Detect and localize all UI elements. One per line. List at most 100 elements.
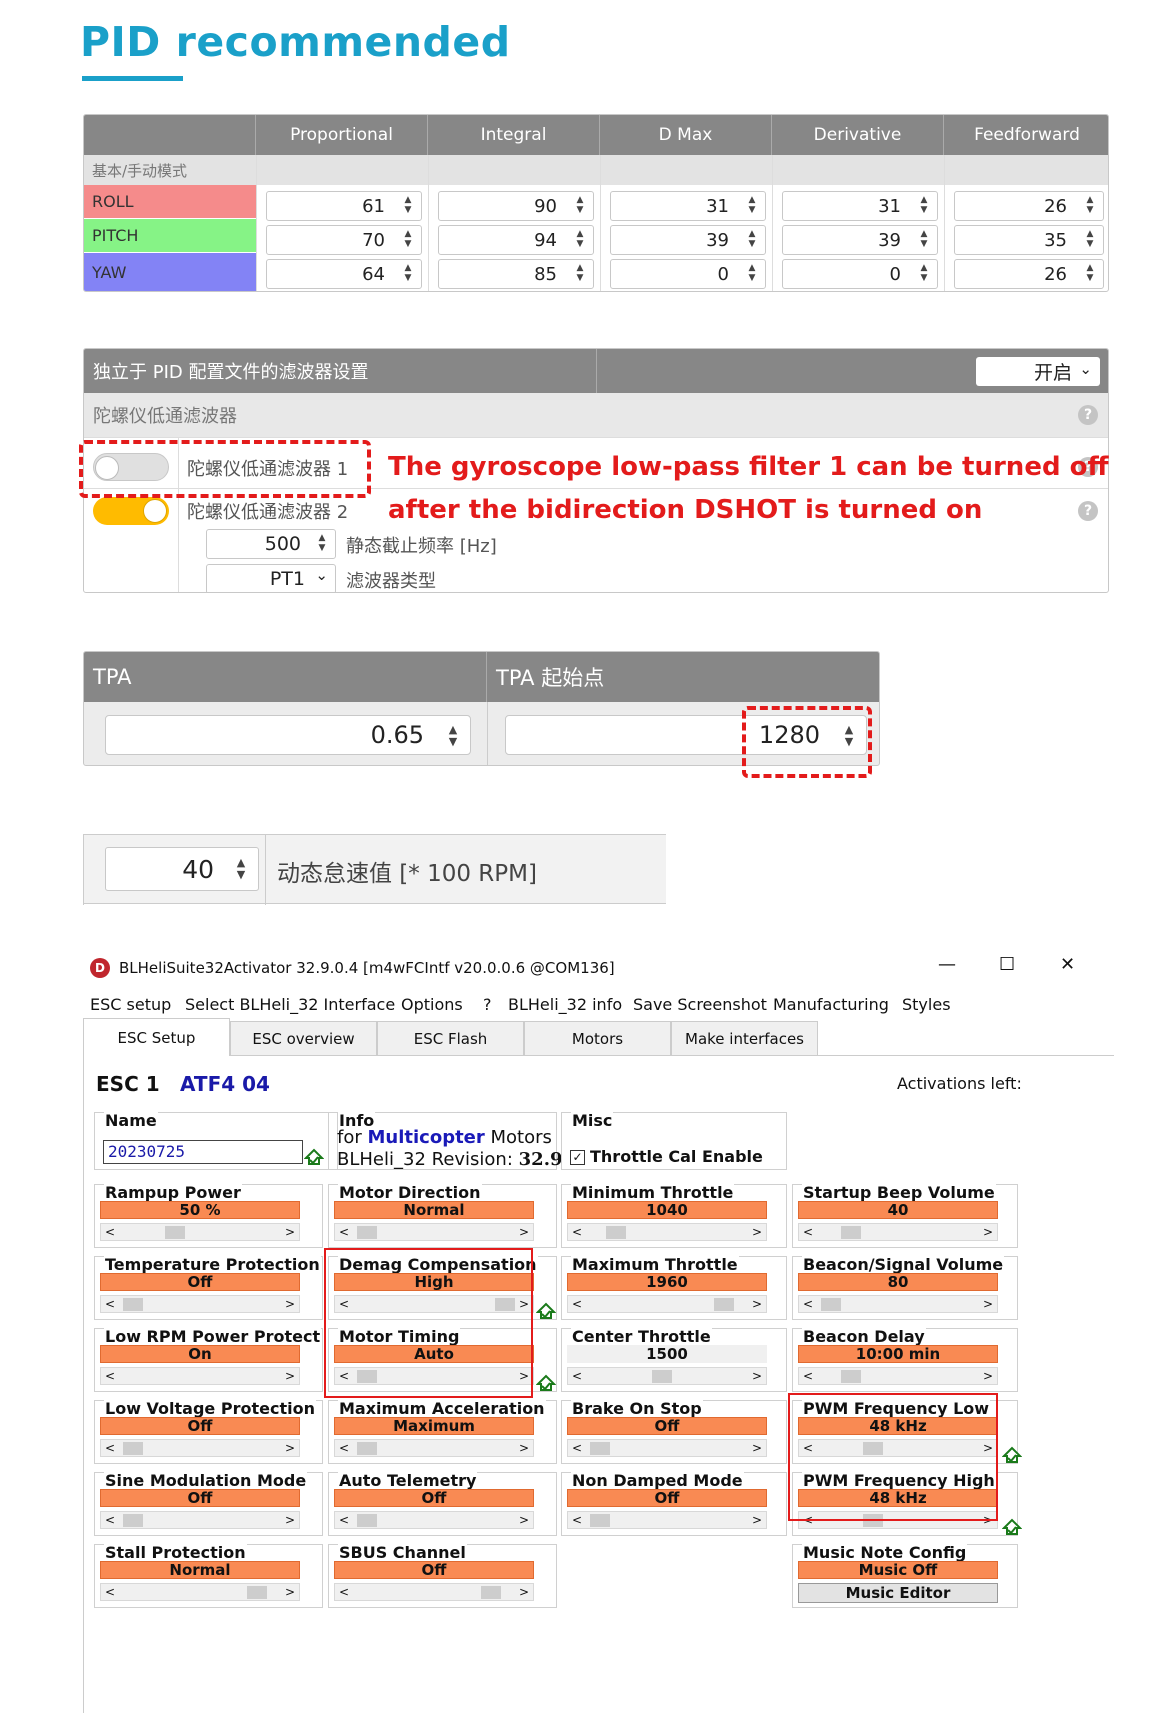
tab-esc-setup[interactable]: ESC Setup — [83, 1018, 230, 1056]
spinner-icon[interactable]: ▲ ▼ — [573, 229, 587, 251]
music-editor-button[interactable]: Music Editor — [798, 1583, 998, 1603]
help-icon[interactable]: ? — [1078, 405, 1098, 425]
tab-motors[interactable]: Motors — [524, 1021, 671, 1055]
spinner-icon[interactable]: ▲ ▼ — [573, 263, 587, 285]
chevron-down-icon: ⌄ — [315, 566, 328, 584]
spinner-icon[interactable]: ▲ ▼ — [1083, 263, 1097, 285]
tpa-input[interactable]: 0.65 ▲ ▼ — [105, 715, 471, 755]
min-throttle-value: 1040 — [567, 1201, 767, 1219]
spinner-icon[interactable]: ▲ ▼ — [917, 263, 931, 285]
pid-pitch-d-input[interactable]: 39 ▲ ▼ — [782, 225, 938, 255]
tab-make-interfaces[interactable]: Make interfaces — [671, 1021, 818, 1055]
auto-telemetry-value: Off — [334, 1489, 534, 1507]
apply-icon[interactable] — [1001, 1516, 1023, 1536]
min-throttle-slider[interactable]: < > — [567, 1223, 767, 1241]
apply-icon[interactable] — [1001, 1444, 1023, 1464]
pid-mode-label: 基本/手动模式 — [84, 155, 1108, 185]
pid-yaw-i-input[interactable]: 85 ▲ ▼ — [438, 259, 594, 289]
auto-telemetry-slider[interactable]: < > — [334, 1511, 534, 1529]
menu-options[interactable]: Options — [401, 995, 463, 1014]
pid-roll-i-input[interactable]: 90 ▲ ▼ — [438, 191, 594, 221]
esc-name-input[interactable]: 20230725 — [103, 1140, 303, 1164]
spinner-icon[interactable]: ▲ ▼ — [745, 263, 759, 285]
spinner-icon[interactable]: ▲ ▼ — [573, 195, 587, 217]
low-rpm-protect-group: Low RPM Power Protect On < > — [94, 1327, 323, 1392]
filter-enable-select[interactable]: 开启 ⌄ — [976, 357, 1100, 386]
pid-pitch-p-input[interactable]: 70 ▲ ▼ — [266, 225, 422, 255]
non-damped-mode-slider[interactable]: < > — [567, 1511, 767, 1529]
menu-save-screenshot[interactable]: Save Screenshot — [633, 995, 767, 1014]
menu-manufacturing[interactable]: Manufacturing — [773, 995, 889, 1014]
low-voltage-protection-slider[interactable]: < > — [100, 1439, 300, 1457]
spinner-icon[interactable]: ▲ ▼ — [917, 195, 931, 217]
throttle-cal-checkbox[interactable]: ✓ — [570, 1150, 585, 1165]
gyro-lpf2-toggle[interactable] — [93, 497, 169, 525]
max-acceleration-slider[interactable]: < > — [334, 1439, 534, 1457]
spinner-icon[interactable]: ▲ ▼ — [1083, 195, 1097, 217]
spinner-icon[interactable]: ▲ ▼ — [1083, 229, 1097, 251]
sbus-channel-slider[interactable]: < > — [334, 1583, 534, 1601]
rampup-power-slider[interactable]: < > — [100, 1223, 300, 1241]
menu-blheli-info[interactable]: BLHeli_32 info — [508, 995, 622, 1014]
pid-pitch-ff-input[interactable]: 35 ▲ ▼ — [954, 225, 1104, 255]
dynamic-idle-input[interactable]: 40 ▲ ▼ — [105, 847, 259, 891]
apply-icon[interactable] — [535, 1372, 557, 1392]
menu-esc-setup[interactable]: ESC setup — [90, 995, 171, 1014]
pid-roll-dmax-input[interactable]: 31 ▲ ▼ — [610, 191, 766, 221]
spinner-icon[interactable]: ▲ ▼ — [745, 229, 759, 251]
spinner-icon[interactable]: ▲ ▼ — [401, 229, 415, 251]
spinner-icon[interactable]: ▲ ▼ — [446, 724, 460, 748]
temperature-protection-slider[interactable]: < > — [100, 1295, 300, 1313]
apply-icon[interactable] — [535, 1300, 557, 1320]
brake-on-stop-slider[interactable]: < > — [567, 1439, 767, 1457]
filter-type-select[interactable]: PT1 ⌄ — [206, 564, 336, 592]
pid-yaw-dmax-input[interactable]: 0 ▲ ▼ — [610, 259, 766, 289]
pid-yaw-p-input[interactable]: 64 ▲ ▼ — [266, 259, 422, 289]
page-title: PID recommended — [80, 18, 511, 66]
stall-protection-slider[interactable]: < > — [100, 1583, 300, 1601]
spinner-icon[interactable]: ▲ ▼ — [401, 195, 415, 217]
tab-esc-flash[interactable]: ESC Flash — [377, 1021, 524, 1055]
sine-modulation-slider[interactable]: < > — [100, 1511, 300, 1529]
spinner-icon[interactable]: ▲ ▼ — [315, 533, 329, 555]
menu-help[interactable]: ? — [483, 995, 492, 1014]
maximize-icon[interactable]: ☐ — [999, 954, 1015, 975]
pid-pitch-i-input[interactable]: 94 ▲ ▼ — [438, 225, 594, 255]
pid-header-proportional: Proportional — [256, 115, 428, 155]
tpa-breakpoint-header: TPA 起始点 — [487, 652, 879, 702]
pid-pitch-dmax-input[interactable]: 39 ▲ ▼ — [610, 225, 766, 255]
startup-beep-slider[interactable]: < > — [798, 1223, 998, 1241]
close-icon[interactable]: ✕ — [1060, 954, 1075, 975]
pid-roll-p-input[interactable]: 61 ▲ ▼ — [266, 191, 422, 221]
pid-roll-d-input[interactable]: 31 ▲ ▼ — [782, 191, 938, 221]
menu-select-interface[interactable]: Select BLHeli_32 Interface — [185, 995, 395, 1014]
music-value: Music Off — [798, 1561, 998, 1579]
brake-on-stop-value: Off — [567, 1417, 767, 1435]
max-throttle-slider[interactable]: < > — [567, 1295, 767, 1313]
spinner-icon[interactable]: ▲ ▼ — [234, 857, 248, 881]
esc-setup-panel: ESC 1 ATF4 04 Activations left: Name 202… — [83, 1055, 1114, 1713]
pid-yaw-d-input[interactable]: 0 ▲ ▼ — [782, 259, 938, 289]
spinner-icon[interactable]: ▲ ▼ — [745, 195, 759, 217]
tab-esc-overview[interactable]: ESC overview — [230, 1021, 377, 1055]
max-acceleration-value: Maximum — [334, 1417, 534, 1435]
motor-direction-slider[interactable]: < > — [334, 1223, 534, 1241]
menu-styles[interactable]: Styles — [902, 995, 951, 1014]
music-note-config-group: Music Note Config Music Off Music Editor — [792, 1543, 1018, 1608]
spinner-icon[interactable]: ▲ ▼ — [401, 263, 415, 285]
pid-yaw-ff-input[interactable]: 26 ▲ ▼ — [954, 259, 1104, 289]
chevron-down-icon: ⌄ — [1079, 360, 1092, 378]
help-icon[interactable]: ? — [1078, 501, 1098, 521]
minimize-icon[interactable]: — — [938, 954, 956, 975]
cutoff-frequency-input[interactable]: 500 ▲ ▼ — [206, 529, 336, 559]
temperature-protection-group: Temperature Protection Off < > — [94, 1255, 323, 1320]
beacon-volume-slider[interactable]: < > — [798, 1295, 998, 1313]
pid-roll-ff-input[interactable]: 26 ▲ ▼ — [954, 191, 1104, 221]
center-throttle-slider[interactable]: < > — [567, 1367, 767, 1385]
apply-icon[interactable] — [303, 1146, 325, 1166]
low-rpm-protect-slider[interactable]: < > — [100, 1367, 300, 1385]
spinner-icon[interactable]: ▲ ▼ — [917, 229, 931, 251]
beacon-volume-value: 80 — [798, 1273, 998, 1291]
info-revision: BLHeli_32 Revision: 32.9 — [337, 1149, 563, 1170]
beacon-delay-slider[interactable]: < > — [798, 1367, 998, 1385]
